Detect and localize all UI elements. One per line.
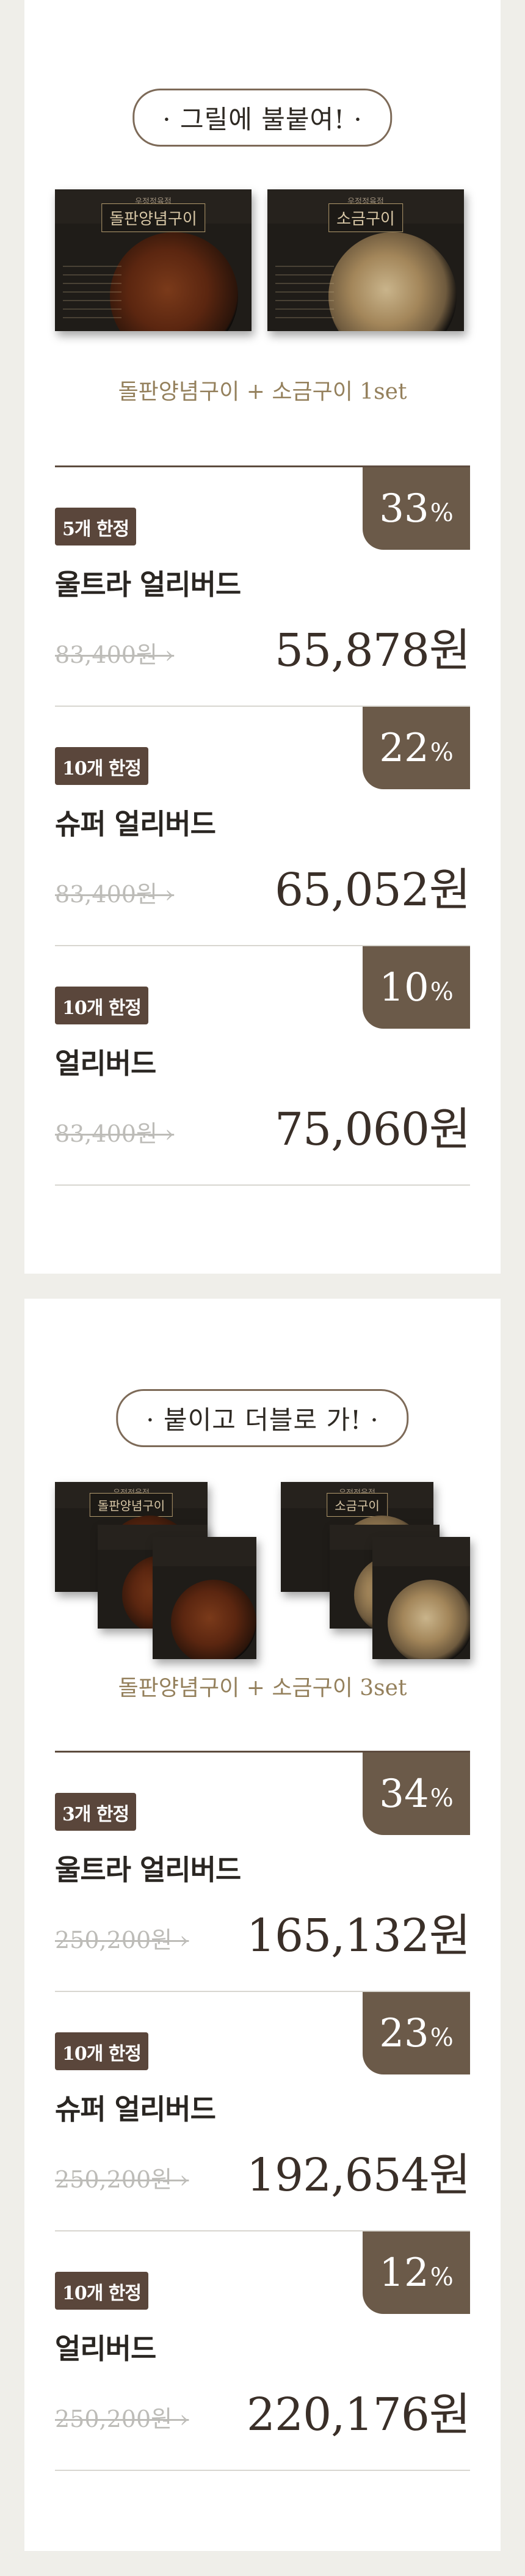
sale-price: 165,132원 <box>246 1910 471 1962</box>
limit-badge: 10개 한정 <box>55 2272 148 2310</box>
limit-badge: 5개 한정 <box>55 508 137 545</box>
spicy-package-image: 우정정육점 돌판양념구이 <box>55 189 252 331</box>
original-price: 83,400원 › <box>55 881 175 908</box>
sale-price: 220,176원 <box>246 2388 471 2441</box>
tier-name: 울트라 얼리버드 <box>55 568 241 601</box>
discount-tag: 34% <box>363 1753 470 1835</box>
discount-tag: 22% <box>363 707 470 789</box>
limit-badge: 3개 한정 <box>55 1793 137 1831</box>
offer-row[interactable]: 10개 한정 23% 슈퍼 얼리버드 250,200원 › 192,654원 <box>55 1992 471 2231</box>
original-price: 83,400원 › <box>55 641 175 668</box>
package-title: 소금구이 <box>328 203 403 233</box>
discount-tag: 12% <box>363 2231 470 2314</box>
limit-badge: 10개 한정 <box>55 747 148 785</box>
discount-tag: 33% <box>363 467 470 550</box>
section-heading: · 붙이고 더블로 가! · <box>116 1389 409 1447</box>
offer-row[interactable]: 3개 한정 34% 울트라 얼리버드 250,200원 › 165,132원 <box>55 1753 471 1992</box>
limit-badge: 10개 한정 <box>55 2032 148 2070</box>
package-title: 돌판양념구이 <box>89 1493 173 1517</box>
salt-package-image: 우정정육점 소금구이 <box>267 189 464 331</box>
limit-badge: 10개 한정 <box>55 987 148 1024</box>
offer-row[interactable]: 10개 한정 12% 얼리버드 250,200원 › 220,176원 <box>55 2231 471 2471</box>
offer-card-1set: · 그릴에 불붙여! · 우정정육점 돌판양념구이 우정정육점 소금구이 돌판양… <box>24 0 501 1274</box>
sale-price: 65,052원 <box>274 864 471 916</box>
original-price: 250,200원 › <box>55 2166 189 2193</box>
salt-package-image <box>372 1537 470 1659</box>
set-subtitle: 돌판양념구이 + 소금구이 1set <box>118 379 407 404</box>
offer-row[interactable]: 5개 한정 33% 울트라 얼리버드 83,400원 › 55,878원 <box>55 467 471 707</box>
offer-row[interactable]: 10개 한정 22% 슈퍼 얼리버드 83,400원 › 65,052원 <box>55 707 471 946</box>
section-heading: · 그릴에 불붙여! · <box>132 89 393 147</box>
discount-tag: 10% <box>363 946 470 1029</box>
product-images: 우정정육점 돌판양념구이 우정정육점 소금구이 <box>24 189 501 379</box>
tier-name: 울트라 얼리버드 <box>55 1853 241 1886</box>
offer-row[interactable]: 10개 한정 10% 얼리버드 83,400원 › 75,060원 <box>55 946 471 1186</box>
original-price: 250,200원 › <box>55 1927 189 1954</box>
spicy-package-image <box>153 1537 256 1659</box>
tier-name: 얼리버드 <box>55 2332 156 2365</box>
tier-name: 슈퍼 얼리버드 <box>55 2093 216 2126</box>
set-subtitle: 돌판양념구이 + 소금구이 3set <box>118 1676 407 1701</box>
package-title: 소금구이 <box>327 1493 388 1517</box>
discount-tag: 23% <box>363 1992 470 2074</box>
sale-price: 75,060원 <box>274 1103 471 1156</box>
original-price: 83,400원 › <box>55 1120 175 1147</box>
sale-price: 192,654원 <box>246 2149 471 2202</box>
sale-price: 55,878원 <box>274 624 471 677</box>
original-price: 250,200원 › <box>55 2406 189 2432</box>
tier-name: 얼리버드 <box>55 1047 156 1080</box>
tier-name: 슈퍼 얼리버드 <box>55 808 216 841</box>
offer-card-3set: · 붙이고 더블로 가! · 우정정육점 돌판양념구이 우정정육점 소금구이 <box>24 1299 501 2551</box>
package-title: 돌판양념구이 <box>101 203 205 233</box>
